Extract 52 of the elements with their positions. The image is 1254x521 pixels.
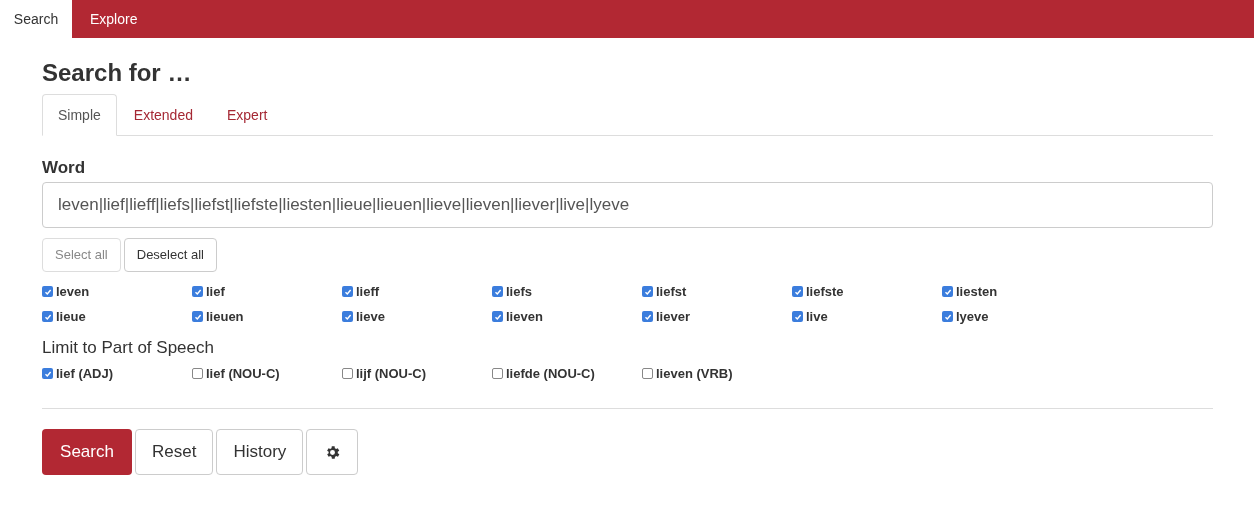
checkbox-label: lieue [56, 307, 86, 326]
checkbox[interactable] [492, 286, 503, 297]
page-heading: Search for … [42, 58, 193, 88]
checkbox[interactable] [792, 286, 803, 297]
checkbox-label: leven [56, 282, 90, 301]
checkbox[interactable] [42, 286, 53, 297]
checkbox[interactable] [192, 311, 203, 322]
field-label: Word [42, 158, 87, 178]
checkbox-label: lieven (VRB) [656, 364, 733, 383]
checkbox-label: liefs [506, 282, 532, 301]
checkbox[interactable] [492, 368, 503, 379]
checkbox[interactable] [492, 311, 503, 322]
form-tab[interactable]: Simple [42, 94, 117, 136]
word-input-field[interactable]: leven|lief|lieff|liefs|liefst|liefste|liesten|lieue|lieuen|lieve|lieven|liever|live|lyeve [42, 182, 1213, 228]
checkbox-label: lief (NOU-C) [206, 364, 280, 383]
checkbox-label: lieff [356, 282, 380, 301]
checkbox[interactable] [642, 286, 653, 297]
checkbox-label: liefde (NOU-C) [506, 364, 595, 383]
select-button[interactable]: Deselect all [123, 238, 217, 272]
checkbox-label: lief [206, 282, 225, 301]
checkbox[interactable] [192, 286, 203, 297]
checkbox-label: liefste [806, 282, 844, 301]
checkbox-label: lief (ADJ) [56, 364, 114, 383]
action-button[interactable]: Reset [135, 429, 214, 475]
checkbox[interactable] [342, 286, 353, 297]
checkbox[interactable] [942, 311, 953, 322]
nav-tab[interactable]: Search [0, 0, 72, 38]
settings-button[interactable] [306, 429, 359, 475]
checkbox[interactable] [642, 368, 653, 379]
form-tab[interactable]: Expert [209, 94, 285, 136]
nav-tab[interactable]: Explore [72, 0, 156, 38]
checkbox[interactable] [192, 368, 203, 379]
action-button[interactable]: History [216, 429, 304, 475]
checkbox-label: lieven [506, 307, 543, 326]
checkbox-label: liesten [956, 282, 998, 301]
checkbox-label: lieve [356, 307, 385, 326]
checkbox-label: live [806, 307, 828, 326]
checkbox[interactable] [792, 311, 803, 322]
checkbox-label: liever [656, 307, 690, 326]
checkbox[interactable] [642, 311, 653, 322]
form-tab[interactable]: Extended [116, 94, 210, 136]
checkbox[interactable] [42, 311, 53, 322]
checkbox[interactable] [42, 368, 53, 379]
checkbox-label: lyeve [956, 307, 989, 326]
checkbox-label: lieuen [206, 307, 244, 326]
checkbox[interactable] [342, 311, 353, 322]
section-label: Limit to Part of Speech [42, 337, 215, 359]
checkbox-label: lijf (NOU-C) [356, 364, 427, 383]
checkbox-label: liefst [656, 282, 687, 301]
search-button[interactable]: Search [42, 429, 132, 475]
checkbox[interactable] [942, 286, 953, 297]
checkbox[interactable] [342, 368, 353, 379]
